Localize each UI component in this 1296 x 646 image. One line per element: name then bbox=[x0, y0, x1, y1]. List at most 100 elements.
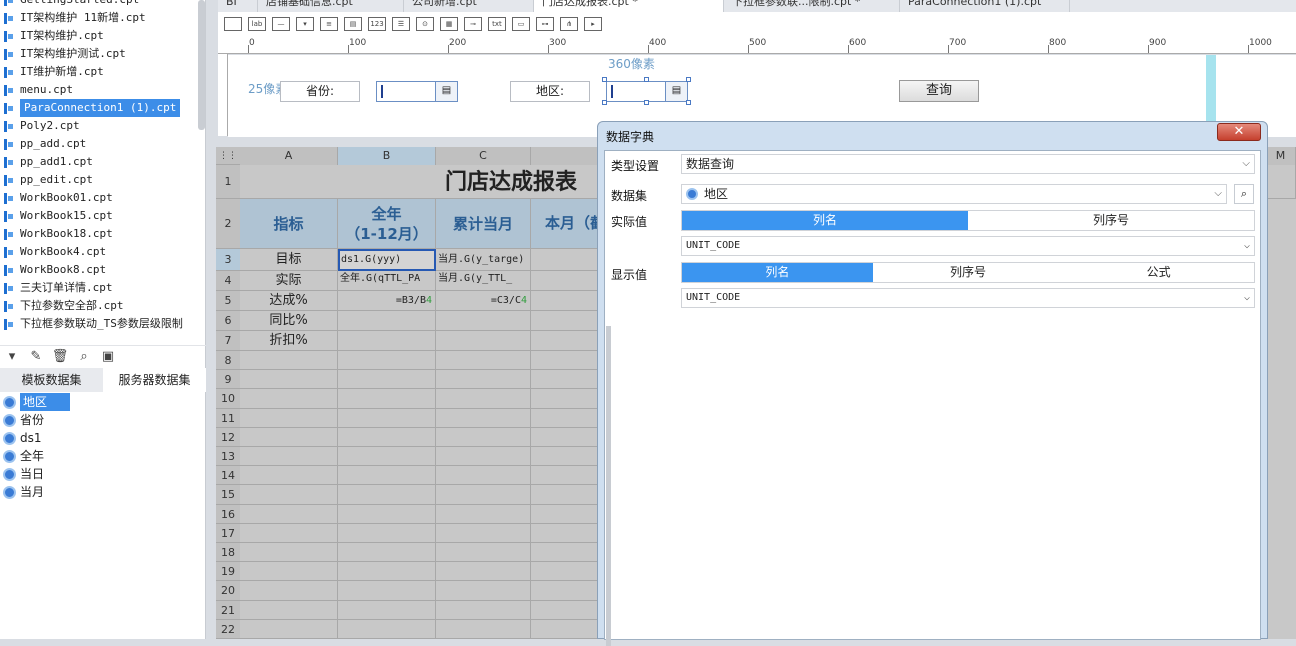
grid-cell[interactable] bbox=[531, 389, 601, 409]
combobox-widget-icon[interactable]: ▾ bbox=[296, 17, 314, 31]
grid-cell[interactable] bbox=[436, 619, 531, 639]
file-item[interactable]: IT维护新增.cpt bbox=[0, 63, 196, 81]
grid-cell[interactable] bbox=[240, 370, 338, 390]
row-header[interactable]: 8 bbox=[216, 351, 240, 371]
grid-cell[interactable] bbox=[240, 485, 338, 505]
grid-cell[interactable] bbox=[436, 408, 531, 428]
cell-d7[interactable] bbox=[531, 331, 601, 351]
tab-template-dataset[interactable]: 模板数据集 bbox=[0, 368, 103, 392]
grid-cell[interactable] bbox=[436, 447, 531, 467]
dataset-select[interactable]: 地区 ⌵ bbox=[681, 184, 1227, 204]
grid-cell[interactable] bbox=[240, 581, 338, 601]
row-header[interactable]: 14 bbox=[216, 466, 240, 486]
file-item[interactable]: IT架构维护.cpt bbox=[0, 27, 196, 45]
actual-column-select[interactable]: UNIT_CODE ⌵ bbox=[681, 236, 1255, 256]
grid-cell[interactable] bbox=[436, 427, 531, 447]
actual-mode-column-index[interactable]: 列序号 bbox=[968, 211, 1254, 230]
tree-combo-widget-icon[interactable]: ⋔ bbox=[560, 17, 578, 31]
resize-handle[interactable] bbox=[686, 100, 691, 105]
edit-icon[interactable]: ✎ bbox=[28, 349, 44, 365]
header-cell-b2[interactable]: 全年 （1-12月） bbox=[338, 199, 436, 249]
grid-cell[interactable] bbox=[338, 466, 436, 486]
display-mode-formula[interactable]: 公式 bbox=[1063, 263, 1255, 282]
actual-mode-column-name[interactable]: 列名 bbox=[682, 211, 968, 230]
grid-cell[interactable] bbox=[531, 351, 601, 371]
file-item[interactable]: ParaConnection1 (1).cpt bbox=[0, 99, 196, 117]
row-header[interactable]: 21 bbox=[216, 600, 240, 620]
grid-cell[interactable] bbox=[531, 466, 601, 486]
header-cell-c2[interactable]: 累计当月 bbox=[436, 199, 531, 249]
grid-cell[interactable] bbox=[436, 543, 531, 563]
text-widget-icon[interactable]: txt bbox=[488, 17, 506, 31]
list-widget-icon[interactable]: ☰ bbox=[392, 17, 410, 31]
file-item[interactable]: GettingStarted.cpt bbox=[0, 0, 196, 9]
cell-c7[interactable] bbox=[436, 331, 531, 351]
row-header[interactable]: 15 bbox=[216, 485, 240, 505]
cell-d4[interactable] bbox=[531, 271, 601, 291]
checkbox-widget-icon[interactable]: ▤ bbox=[344, 17, 362, 31]
header-cell-a2[interactable]: 指标 bbox=[240, 199, 338, 249]
file-item[interactable]: 下拉参数空全部.cpt bbox=[0, 297, 196, 315]
row-header[interactable]: 3 bbox=[216, 249, 240, 271]
grid-cell[interactable] bbox=[240, 466, 338, 486]
radio-widget-icon[interactable]: ⊙ bbox=[416, 17, 434, 31]
dataset-item[interactable]: ds1 bbox=[0, 429, 206, 447]
grid-cell[interactable] bbox=[240, 562, 338, 582]
row-header[interactable]: 22 bbox=[216, 619, 240, 639]
grid-cell[interactable] bbox=[436, 504, 531, 524]
cell-b6[interactable] bbox=[338, 311, 436, 331]
grid-cell[interactable] bbox=[338, 370, 436, 390]
resize-handle[interactable] bbox=[686, 77, 691, 82]
grid-cell[interactable] bbox=[531, 447, 601, 467]
grid-cell[interactable] bbox=[531, 523, 601, 543]
server-dataset-icon[interactable]: ▣ bbox=[100, 349, 116, 365]
preview-icon[interactable]: ⌕ bbox=[76, 349, 92, 365]
preview-dataset-icon[interactable]: ⌕ bbox=[1234, 184, 1254, 204]
document-tab[interactable]: 门店达成报表.cpt * bbox=[534, 0, 724, 12]
display-mode-column-name[interactable]: 列名 bbox=[682, 263, 873, 282]
cell-c4[interactable]: 当月.G(y_TTL_ bbox=[436, 271, 531, 291]
column-header-a[interactable]: A bbox=[240, 147, 338, 165]
grid-cell[interactable] bbox=[436, 581, 531, 601]
tab-server-dataset[interactable]: 服务器数据集 bbox=[103, 368, 206, 392]
grid-cell[interactable] bbox=[240, 523, 338, 543]
row-header[interactable]: 20 bbox=[216, 581, 240, 601]
grid-cell[interactable] bbox=[531, 504, 601, 524]
label-widget-icon[interactable] bbox=[224, 17, 242, 31]
file-item[interactable]: IT架构维护测试.cpt bbox=[0, 45, 196, 63]
grid-cell[interactable] bbox=[436, 370, 531, 390]
grid-cell[interactable] bbox=[531, 543, 601, 563]
cell-b4[interactable]: 全年.G(qTTL_PA bbox=[338, 271, 436, 291]
row-header[interactable]: 6 bbox=[216, 311, 240, 331]
metric-label-cell[interactable]: 折扣% bbox=[240, 331, 338, 351]
file-item[interactable]: WorkBook15.cpt bbox=[0, 207, 196, 225]
file-item[interactable]: 三夫订单详情.cpt bbox=[0, 279, 196, 297]
grid-cell[interactable] bbox=[338, 562, 436, 582]
resize-handle[interactable] bbox=[602, 77, 607, 82]
dataset-item[interactable]: 当月 bbox=[0, 483, 206, 501]
resize-handle[interactable] bbox=[644, 100, 649, 105]
grid-cell[interactable] bbox=[531, 370, 601, 390]
cell-b7[interactable] bbox=[338, 331, 436, 351]
grid-cell[interactable] bbox=[531, 581, 601, 601]
grid-cell[interactable] bbox=[436, 523, 531, 543]
grid-cell[interactable] bbox=[436, 466, 531, 486]
column-header-b[interactable]: B bbox=[338, 147, 436, 165]
toggle-widget-icon[interactable]: ⊸ bbox=[464, 17, 482, 31]
row-header[interactable]: 12 bbox=[216, 427, 240, 447]
province-input[interactable]: ▤ bbox=[376, 81, 458, 102]
display-column-select[interactable]: UNIT_CODE ⌵ bbox=[681, 288, 1255, 308]
cell-d6[interactable] bbox=[531, 311, 601, 331]
more-widget-icon[interactable]: ▸ bbox=[584, 17, 602, 31]
metric-label-cell[interactable]: 达成% bbox=[240, 291, 338, 311]
region-input[interactable]: ▤ bbox=[606, 81, 688, 102]
dataset-item[interactable]: 省份 bbox=[0, 411, 206, 429]
grid-cell[interactable] bbox=[338, 619, 436, 639]
row-header[interactable]: 18 bbox=[216, 543, 240, 563]
delete-icon[interactable]: 🗑 bbox=[52, 349, 69, 365]
grid-cell[interactable] bbox=[338, 351, 436, 371]
date-widget-icon[interactable]: ▭ bbox=[512, 17, 530, 31]
row-header[interactable]: 10 bbox=[216, 389, 240, 409]
cell-c5[interactable]: =C3/C4 bbox=[436, 291, 531, 311]
grid-cell[interactable] bbox=[240, 543, 338, 563]
